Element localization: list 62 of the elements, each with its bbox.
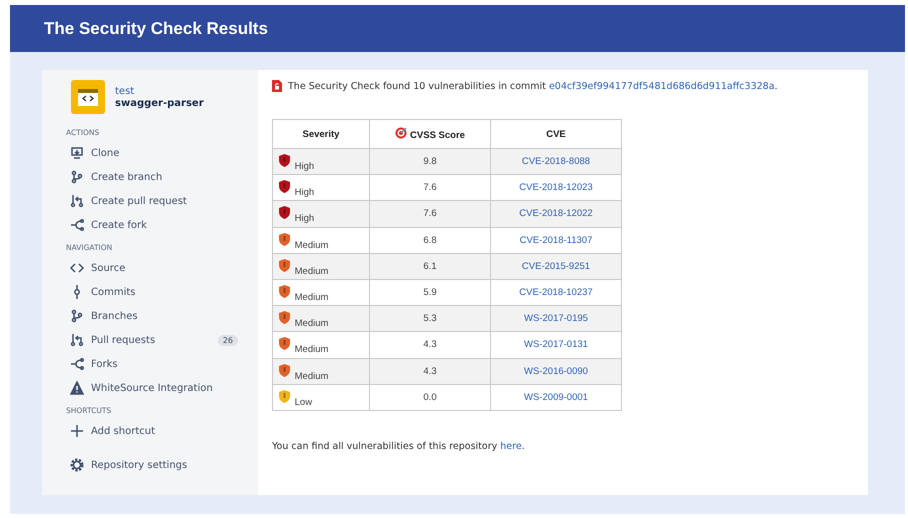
repository-icon: [71, 80, 105, 114]
here-link[interactable]: here: [500, 440, 522, 452]
score-cell: 4.3: [370, 358, 490, 384]
settings-icon: [70, 458, 84, 472]
severity-cell: High: [272, 148, 370, 175]
repository-name: swagger-parser: [115, 98, 204, 108]
clone-icon: [70, 146, 84, 160]
cve-link[interactable]: CVE-2015-9251: [522, 260, 590, 272]
severity-cell: Medium: [272, 358, 370, 384]
sidebar-item[interactable]: Commits: [70, 280, 238, 304]
footer-text: You can find all vulnerabilities of this repository here.: [272, 440, 525, 452]
sidebar-item[interactable]: Create pull request: [70, 189, 238, 213]
sidebar-item[interactable]: Source: [70, 256, 238, 280]
cve-link[interactable]: CVE-2018-12022: [519, 208, 593, 220]
sidebar-item[interactable]: Forks: [70, 352, 238, 376]
score-cell: 0.0: [370, 384, 490, 410]
code-icon: [70, 261, 84, 275]
cve-link[interactable]: CVE-2018-8088: [522, 156, 590, 168]
fork-icon: [70, 218, 84, 232]
target-icon: [395, 127, 408, 139]
commit-link[interactable]: e04cf39ef994177df5481d686d6d911affc3328a: [548, 80, 775, 92]
severity-cell: Medium: [272, 332, 370, 358]
cve-link[interactable]: CVE-2018-10237: [519, 287, 593, 298]
score-cell: 5.3: [370, 306, 490, 332]
severity-cell: Medium: [272, 306, 370, 332]
cve-link[interactable]: CVE-2018-12023: [519, 182, 593, 194]
branches-icon: [70, 309, 84, 323]
score-cell: 4.3: [370, 332, 490, 358]
column-header: Severity: [272, 120, 370, 148]
severity-cell: Medium: [272, 253, 370, 280]
summary-text: The Security Check found 10 vulnerabilities in commit e04cf39ef994177df5481d686d6d911affc3328a.: [288, 80, 778, 92]
severity-cell: Low: [272, 384, 370, 410]
sidebar-item[interactable]: Pull requests 26: [70, 328, 238, 352]
column-header: CVE: [490, 120, 622, 148]
document-lock-icon: [272, 80, 282, 92]
pull-request-icon: [70, 194, 84, 208]
score-cell: 6.8: [370, 227, 490, 254]
cve-link[interactable]: WS-2017-0131: [524, 339, 588, 350]
branch-icon: [70, 170, 84, 184]
pull-request-icon: [70, 333, 84, 347]
warning-icon: [70, 381, 84, 395]
sidebar-item[interactable]: Create branch: [70, 165, 238, 189]
sidebar-item[interactable]: Branches: [70, 304, 238, 328]
fork-icon: [70, 357, 84, 371]
settings-link[interactable]: Repository settings: [70, 453, 238, 477]
cve-link[interactable]: WS-2009-0001: [524, 392, 588, 403]
cve-link[interactable]: WS-2016-0090: [524, 366, 588, 377]
cve-link[interactable]: WS-2017-0195: [524, 313, 588, 324]
project-link[interactable]: test: [115, 86, 134, 96]
sidebar-item[interactable]: Add shortcut: [70, 419, 238, 443]
cve-link[interactable]: CVE-2018-11307: [520, 234, 592, 246]
sidebar-item[interactable]: WhiteSource Integration: [70, 376, 238, 400]
sidebar-item[interactable]: Clone: [70, 141, 238, 165]
severity-cell: High: [272, 200, 370, 228]
score-cell: 7.6: [370, 200, 490, 228]
severity-cell: Medium: [272, 227, 370, 254]
page-title: The Security Check Results: [44, 18, 268, 38]
count-badge: 26: [218, 334, 238, 346]
sidebar-item[interactable]: Create fork: [70, 213, 238, 237]
plus-icon: [70, 424, 84, 438]
score-cell: 9.8: [370, 148, 490, 175]
score-cell: 6.1: [370, 253, 490, 280]
